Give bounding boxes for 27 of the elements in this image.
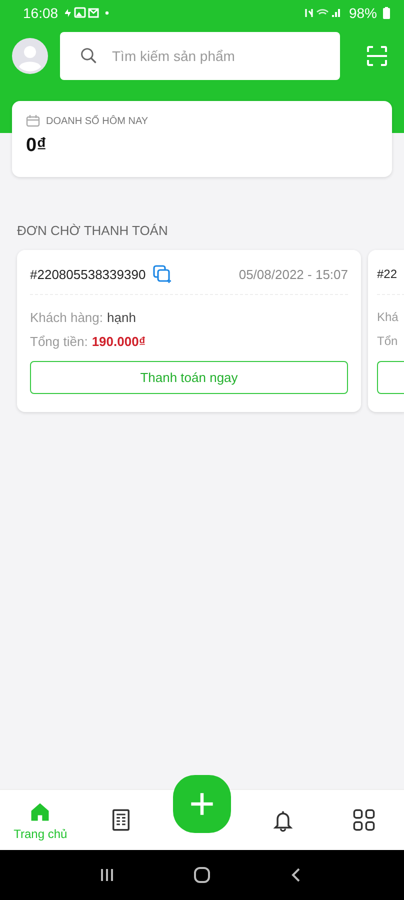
recent-apps-icon[interactable] xyxy=(99,867,115,883)
search-field[interactable]: Tìm kiếm sản phẩm xyxy=(60,32,340,80)
battery-percent: 98% xyxy=(348,5,377,21)
home-button-icon[interactable] xyxy=(193,866,211,884)
customer-label: Khách hàng: xyxy=(30,310,104,324)
sales-amount: 0₫ xyxy=(26,135,48,157)
total-label: Tổng tiền: xyxy=(30,334,88,348)
customer-label: Khá xyxy=(377,310,398,324)
customer-name: hạnh xyxy=(107,310,136,324)
total-amount: 190.000₫ xyxy=(92,334,146,348)
copy-icon[interactable] xyxy=(152,264,172,284)
total-label: Tổn xyxy=(377,334,398,348)
calendar-icon xyxy=(26,115,40,127)
grid-icon[interactable] xyxy=(352,808,376,832)
status-time: 16:08 xyxy=(23,5,58,21)
section-title: ĐƠN CHỜ THANH TOÁN xyxy=(17,223,169,238)
signal-icons xyxy=(304,7,343,19)
sales-label: DOANH SỐ HÔM NAY xyxy=(46,116,148,126)
battery-icon xyxy=(383,7,390,19)
avatar-icon xyxy=(12,38,48,74)
order-date: 05/08/2022 - 15:07 xyxy=(238,266,348,282)
nav-tab[interactable]: Trang chủ xyxy=(14,800,68,840)
pay-now-button[interactable]: Thanh toán ngay xyxy=(30,361,348,394)
order-code: #22 xyxy=(377,267,398,281)
plus-icon xyxy=(188,791,215,817)
notification-icons xyxy=(64,7,110,19)
order-code: #220805538339390 xyxy=(30,266,146,282)
